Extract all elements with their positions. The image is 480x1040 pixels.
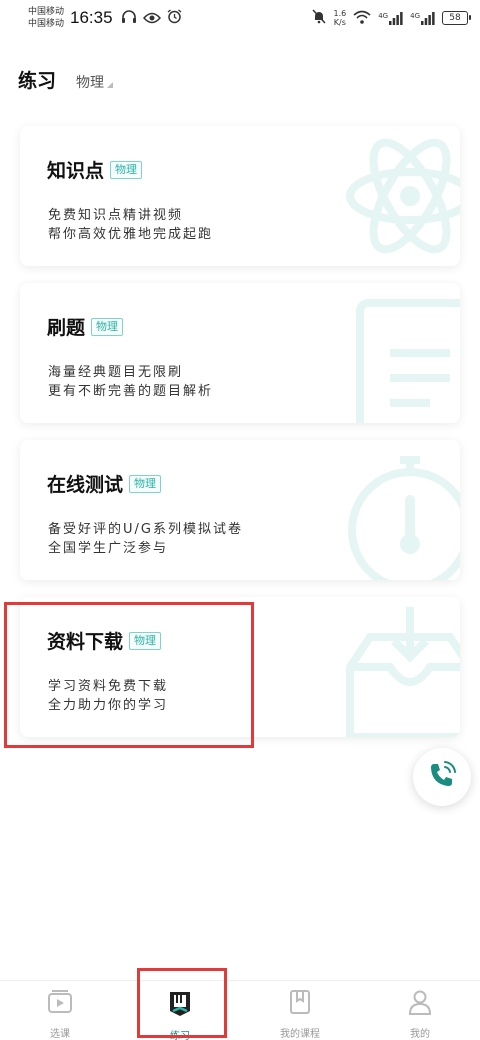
subject-tag: 物理: [91, 317, 124, 336]
caret-down-icon: [107, 82, 114, 88]
phone-consult-button[interactable]: [413, 748, 471, 806]
network-speed-unit: K/s: [333, 18, 346, 27]
card-description-line: 海量经典题目无限刷: [48, 365, 184, 380]
carrier-1: 中国移动: [28, 7, 65, 17]
card-practice-questions[interactable]: 刷题 物理 海量经典题目无限刷 更有不断完善的题目解析: [20, 283, 460, 423]
carrier-2: 中国移动: [28, 19, 65, 29]
card-title: 在线测试: [47, 474, 124, 496]
atom-icon: [320, 126, 460, 266]
clock: 16:35: [70, 8, 113, 27]
nav-item-practice[interactable]: 练习: [120, 981, 240, 1040]
nav-label: 我的: [410, 1029, 430, 1040]
alarm-icon: [167, 8, 182, 28]
status-bar: 中国移动 中国移动 16:35 1.6 K/s 4G 4G 58: [0, 0, 480, 36]
card-description-line: 全力助力你的学习: [48, 698, 169, 713]
card-title: 资料下载: [47, 631, 124, 653]
signal-label-1: 4G: [378, 11, 389, 20]
battery-level: 58: [449, 13, 461, 23]
practice-book-icon: [167, 989, 193, 1021]
network-speed: 1.6 K/s: [333, 9, 346, 27]
signal-icon-1: 4G: [378, 11, 403, 25]
subject-tag: 物理: [110, 160, 143, 179]
wifi-icon: [353, 9, 371, 28]
card-title: 知识点: [47, 160, 105, 182]
nav-label: 选课: [50, 1029, 70, 1040]
nav-label: 练习: [170, 1031, 190, 1040]
stopwatch-icon: [320, 440, 460, 580]
nav-item-profile[interactable]: 我的: [360, 981, 480, 1040]
page-title: 练习: [18, 70, 57, 92]
card-description-line: 全国学生广泛参与: [48, 541, 169, 556]
eye-icon: [142, 9, 161, 28]
card-description-line: 免费知识点精讲视频: [48, 208, 184, 223]
subject-tag: 物理: [129, 631, 162, 650]
card-knowledge-points[interactable]: 知识点 物理 免费知识点精讲视频 帮你高效优雅地完成起跑: [20, 126, 460, 266]
page-header: 练习 物理: [18, 66, 114, 93]
document-icon: [320, 283, 460, 423]
person-icon: [407, 989, 433, 1019]
nav-label: 我的课程: [280, 1029, 320, 1040]
battery-icon: 58: [442, 11, 471, 25]
card-description-line: 帮你高效优雅地完成起跑: [48, 227, 214, 242]
card-title: 刷题: [47, 317, 86, 339]
network-speed-value: 1.6: [333, 9, 347, 18]
carrier-labels: 中国移动 中国移动: [28, 6, 64, 30]
nav-item-courses[interactable]: 选课: [0, 981, 120, 1040]
signal-label-2: 4G: [410, 11, 420, 20]
card-material-download[interactable]: 资料下载 物理 学习资料免费下载 全力助力你的学习: [20, 597, 460, 737]
card-description-line: 学习资料免费下载: [48, 679, 169, 694]
subject-selector[interactable]: 物理: [76, 72, 114, 92]
phone-icon: [426, 759, 458, 795]
download-box-icon: [320, 597, 460, 737]
card-description-line: 更有不断完善的题目解析: [48, 384, 214, 399]
nav-item-my-courses[interactable]: 我的课程: [240, 981, 360, 1040]
video-play-icon: [47, 989, 73, 1019]
bookmark-book-icon: [287, 989, 313, 1019]
bottom-nav: 选课 练习 我的课程 我的: [0, 980, 480, 1040]
headphones-icon: [121, 9, 137, 28]
subject-selector-label: 物理: [76, 75, 105, 91]
subject-tag: 物理: [129, 474, 162, 493]
signal-icon-2: 4G: [410, 11, 435, 25]
card-online-test[interactable]: 在线测试 物理 备受好评的U/G系列模拟试卷 全国学生广泛参与: [20, 440, 460, 580]
card-description-line: 备受好评的U/G系列模拟试卷: [48, 522, 243, 537]
mute-icon: [312, 8, 327, 28]
